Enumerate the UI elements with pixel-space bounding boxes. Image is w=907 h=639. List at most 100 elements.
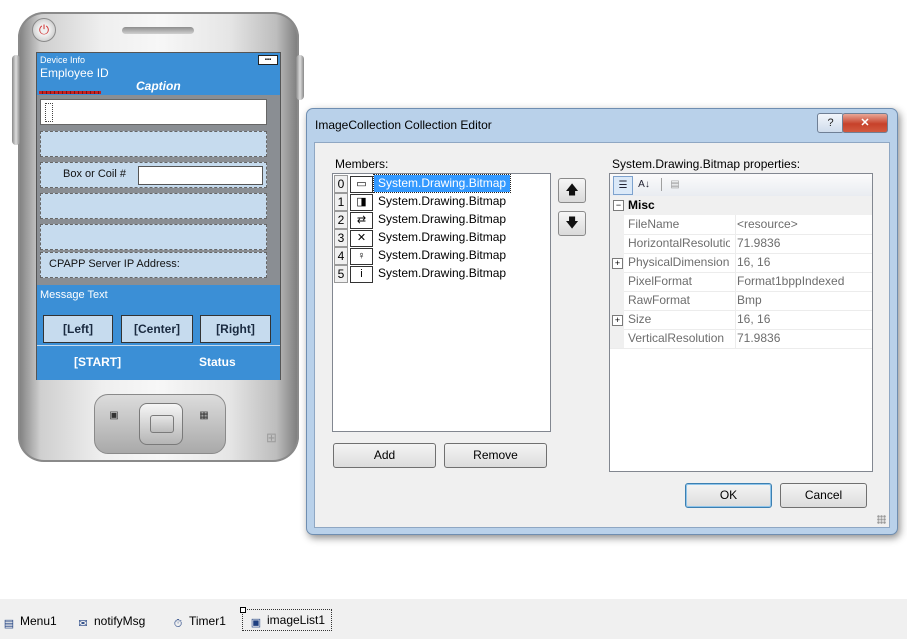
member-index: 1	[334, 193, 348, 211]
property-gutter	[610, 291, 624, 310]
left-button[interactable]: [Left]	[43, 315, 113, 343]
property-grid: ☰ A↓ ▤ − Misc FileName <resource> Horizo…	[609, 173, 873, 472]
expand-icon[interactable]: +	[612, 315, 623, 326]
property-row[interactable]: + Size 16, 16	[610, 310, 872, 330]
menu-icon: ▤	[3, 618, 15, 630]
member-row[interactable]: 2 ⇄ System.Drawing.Bitmap	[333, 211, 550, 229]
property-value[interactable]: Bmp	[735, 291, 872, 310]
ok-button[interactable]: OK	[685, 483, 772, 508]
tray-item-label: imageList1	[267, 613, 326, 627]
box-or-coil-label: Box or Coil #	[63, 168, 126, 180]
power-icon[interactable]: ⏻	[32, 18, 56, 42]
property-value[interactable]: <resource>	[735, 215, 872, 234]
dpad-center-button[interactable]	[150, 415, 174, 433]
hardware-button-area: ▣ ▦	[94, 394, 226, 454]
box-or-coil-input[interactable]	[138, 166, 263, 185]
member-index: 4	[334, 247, 348, 265]
tray-item-notifymsg[interactable]: ✉ notifyMsg	[76, 611, 145, 631]
member-name: System.Drawing.Bitmap	[378, 212, 507, 226]
help-button[interactable]: ?	[817, 113, 844, 133]
dpad[interactable]	[139, 403, 183, 445]
move-up-button[interactable]: 🡅	[558, 178, 586, 203]
server-ip-panel: CPAPP Server IP Address:	[40, 252, 267, 278]
property-gutter	[610, 234, 624, 253]
collapse-icon[interactable]: −	[613, 200, 624, 211]
property-row[interactable]: RawFormat Bmp	[610, 291, 872, 311]
device-info-label: Device Info	[40, 55, 86, 65]
bitmap-thumbnail-icon: ◨	[350, 194, 373, 211]
center-button[interactable]: [Center]	[121, 315, 193, 343]
bitmap-thumbnail-icon: ⇄	[350, 212, 373, 229]
tray-item-label: Menu1	[20, 614, 57, 628]
member-name: System.Drawing.Bitmap	[378, 194, 507, 208]
property-name: PixelFormat	[628, 274, 693, 288]
bitmap-thumbnail-icon: ✕	[350, 230, 373, 247]
server-ip-label: CPAPP Server IP Address:	[49, 258, 180, 270]
calendar-icon[interactable]: ▦	[197, 411, 211, 421]
box-or-coil-panel: Box or Coil #	[40, 162, 267, 188]
property-value[interactable]: 71.9836	[735, 329, 872, 348]
expand-icon[interactable]: +	[612, 258, 623, 269]
tray-item-menu1[interactable]: ▤ Menu1	[2, 611, 57, 631]
property-name: FileName	[628, 217, 680, 231]
tray-item-label: Timer1	[189, 614, 226, 628]
category-row-misc[interactable]: − Misc	[610, 196, 872, 215]
property-row[interactable]: FileName <resource>	[610, 215, 872, 235]
property-row[interactable]: HorizontalResolution 71.9836	[610, 234, 872, 254]
image-collection-editor-dialog: ImageCollection Collection Editor ? ✕ Me…	[306, 108, 898, 535]
timer-icon: ⏱	[173, 618, 183, 630]
property-grid-body: − Misc FileName <resource> HorizontalRes…	[610, 196, 872, 471]
side-button-right	[296, 55, 304, 100]
property-row[interactable]: + PhysicalDimension 16, 16	[610, 253, 872, 273]
member-row[interactable]: 1 ◨ System.Drawing.Bitmap	[333, 193, 550, 211]
categorized-icon[interactable]: ☰	[613, 176, 633, 195]
member-row[interactable]: 4 ♀ System.Drawing.Bitmap	[333, 247, 550, 265]
property-row[interactable]: VerticalResolution 71.9836	[610, 329, 872, 349]
member-index: 0	[334, 175, 348, 193]
battery-signal-icon: ▪▪▪	[258, 55, 278, 65]
property-name: Size	[628, 312, 652, 326]
start-menu-item[interactable]: [START]	[74, 355, 121, 369]
property-value[interactable]: Format1bppIndexed	[735, 272, 872, 291]
property-value[interactable]: 16, 16	[735, 310, 872, 329]
move-down-button[interactable]: 🡇	[558, 211, 586, 236]
category-label: Misc	[628, 198, 655, 212]
remove-button[interactable]: Remove	[444, 443, 547, 468]
close-button[interactable]: ✕	[842, 113, 888, 133]
arrow-up-icon: 🡅	[565, 182, 579, 197]
dialog-client-area: Members: 0 ▭ System.Drawing.Bitmap 1 ◨ S…	[314, 142, 890, 528]
device-screen: Device Info Employee ID Caption ▪▪▪ Box …	[36, 52, 281, 380]
property-pages-icon[interactable]: ▤	[666, 176, 684, 193]
member-row[interactable]: 0 ▭ System.Drawing.Bitmap	[333, 174, 550, 193]
member-name: System.Drawing.Bitmap	[378, 248, 507, 262]
tray-item-imagelist1[interactable]: ▣ imageList1	[240, 607, 333, 631]
red-underline-bar	[39, 91, 101, 94]
menu-bar: [START] Status	[37, 345, 280, 380]
right-button[interactable]: [Right]	[200, 315, 271, 343]
properties-label: System.Drawing.Bitmap properties:	[612, 157, 801, 171]
add-button[interactable]: Add	[333, 443, 436, 468]
property-name: HorizontalResolution	[628, 236, 730, 250]
member-row[interactable]: 3 ✕ System.Drawing.Bitmap	[333, 229, 550, 247]
property-value[interactable]: 16, 16	[735, 253, 872, 272]
cancel-button[interactable]: Cancel	[780, 483, 867, 508]
member-index: 2	[334, 211, 348, 229]
dialog-title: ImageCollection Collection Editor	[315, 118, 492, 132]
toolbar-separator	[661, 178, 662, 191]
members-list[interactable]: 0 ▭ System.Drawing.Bitmap 1 ◨ System.Dra…	[332, 173, 551, 432]
member-row[interactable]: 5 i System.Drawing.Bitmap	[333, 265, 550, 283]
text-caret	[45, 103, 53, 122]
selection-handle[interactable]	[240, 607, 246, 613]
alphabetical-sort-icon[interactable]: A↓	[635, 176, 653, 193]
image-list-icon: ▣	[250, 617, 262, 629]
property-value[interactable]: 71.9836	[735, 234, 872, 253]
bitmap-thumbnail-icon: ▭	[350, 176, 373, 193]
component-tray: ▤ Menu1 ✉ notifyMsg ⏱ Timer1 ▣ imageList1	[0, 599, 907, 639]
employee-id-textbox[interactable]	[40, 99, 267, 125]
status-menu-item[interactable]: Status	[199, 355, 236, 369]
contacts-icon[interactable]: ▣	[107, 411, 121, 421]
member-name: System.Drawing.Bitmap	[378, 230, 507, 244]
resize-grip-icon[interactable]	[877, 515, 886, 524]
property-row[interactable]: PixelFormat Format1bppIndexed	[610, 272, 872, 292]
tray-item-timer1[interactable]: ⏱ Timer1	[171, 611, 226, 631]
